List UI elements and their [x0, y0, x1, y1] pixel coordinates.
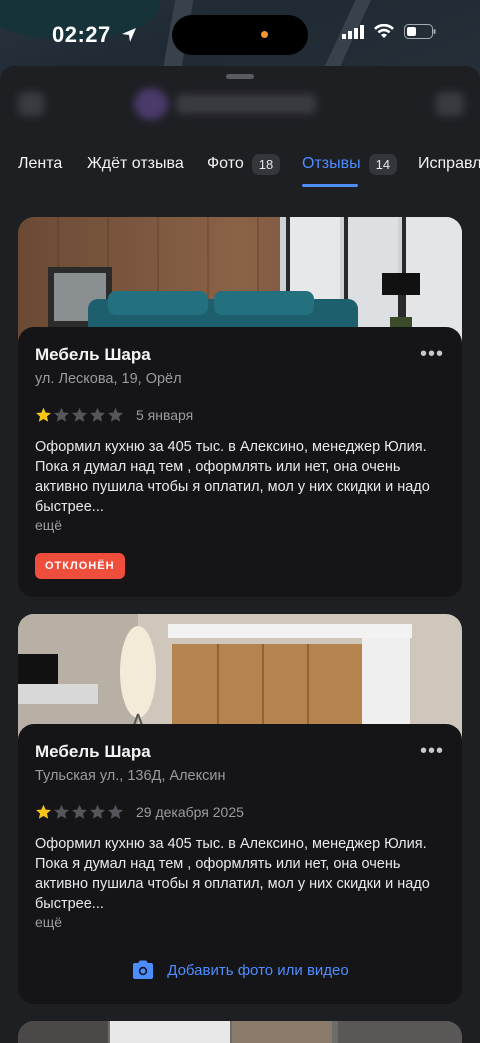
review-body: Мебель Шара ••• ул. Лескова, 19, Орёл 5 … [18, 327, 462, 597]
tab-feed[interactable]: Лента [18, 152, 62, 176]
add-photo-label: Добавить фото или видео [167, 961, 349, 979]
tab-label: Исправл [418, 155, 480, 172]
star-icon [90, 407, 105, 422]
status-bar: 02:27 [0, 0, 480, 70]
profile-sheet: Лента Ждёт отзыва Фото 18 Отзывы 14 Испр… [0, 66, 480, 1043]
sheet-grabber[interactable] [226, 74, 254, 79]
review-card [18, 1021, 462, 1043]
location-arrow-icon [121, 23, 137, 49]
expand-link[interactable]: ещё [35, 914, 62, 930]
battery-icon [404, 24, 436, 44]
signal-icon [342, 24, 364, 44]
star-icon [72, 407, 87, 422]
tab-label: Отзывы [302, 155, 361, 172]
review-photo[interactable] [18, 614, 462, 742]
status-badge: ОТКЛОНЁН [35, 553, 125, 579]
wifi-icon [374, 23, 394, 44]
add-photo-video-button[interactable]: Добавить фото или видео [18, 960, 462, 980]
star-icon [36, 804, 51, 819]
tab-label: Фото [207, 155, 244, 172]
organization-name[interactable]: Мебель Шара [35, 742, 151, 762]
tab-count: 18 [251, 153, 281, 175]
more-dots-icon[interactable]: ••• [420, 343, 444, 366]
organization-address: ул. Лескова, 19, Орёл [35, 371, 182, 387]
active-tab-indicator [302, 184, 358, 187]
review-photo[interactable] [18, 217, 462, 345]
rating-stars [35, 804, 124, 820]
review-card: Мебель Шара ••• ул. Лескова, 19, Орёл 5 … [18, 217, 462, 597]
expand-link[interactable]: ещё [35, 517, 62, 533]
star-icon [90, 804, 105, 819]
tab-count: 14 [368, 153, 398, 175]
review-body: Мебель Шара ••• Тульская ул., 136Д, Алек… [18, 724, 462, 1004]
status-time: 02:27 [52, 22, 137, 49]
star-icon [36, 407, 51, 422]
review-date: 5 января [136, 407, 194, 423]
tab-awaiting-review[interactable]: Ждёт отзыва [87, 152, 184, 176]
star-icon [54, 407, 69, 422]
more-dots-icon[interactable]: ••• [420, 740, 444, 763]
dynamic-island [172, 15, 308, 55]
tab-photos[interactable]: Фото 18 [207, 152, 281, 176]
profile-header-blurred [0, 88, 480, 120]
star-icon [108, 804, 123, 819]
review-photo[interactable] [18, 1021, 462, 1043]
review-text: Оформил кухню за 405 тыс. в Алексино, ме… [35, 836, 430, 912]
organization-name[interactable]: Мебель Шара [35, 345, 151, 365]
star-icon [72, 804, 87, 819]
tab-reviews[interactable]: Отзывы 14 [302, 152, 398, 176]
tab-corrections[interactable]: Исправл [418, 152, 480, 176]
review-text: Оформил кухню за 405 тыс. в Алексино, ме… [35, 439, 430, 515]
camera-icon [133, 960, 154, 979]
star-icon [54, 804, 69, 819]
tab-label: Ждёт отзыва [87, 155, 184, 172]
organization-address: Тульская ул., 136Д, Алексин [35, 768, 226, 784]
review-card: Мебель Шара ••• Тульская ул., 136Д, Алек… [18, 614, 462, 1004]
star-icon [108, 407, 123, 422]
review-date: 29 декабря 2025 [136, 804, 244, 820]
tabs-bar: Лента Ждёт отзыва Фото 18 Отзывы 14 Испр… [0, 144, 480, 194]
tab-label: Лента [18, 155, 63, 172]
rating-stars [35, 407, 124, 423]
